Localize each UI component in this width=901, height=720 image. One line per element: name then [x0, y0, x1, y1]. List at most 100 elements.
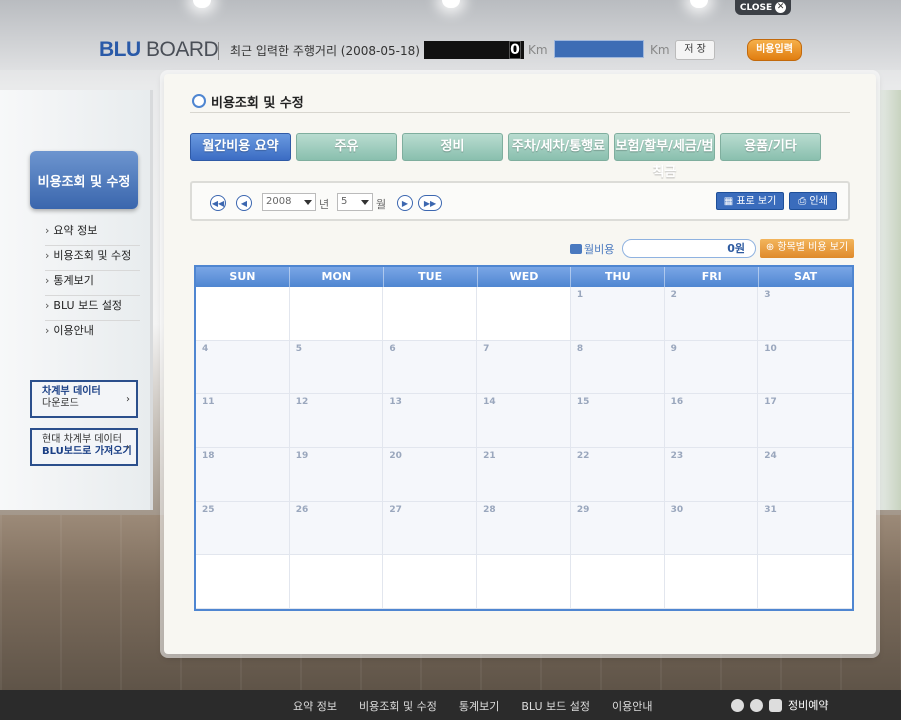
calendar-day-cell[interactable]: 1 [570, 287, 665, 341]
calendar-day-cell[interactable]: 4 [196, 340, 290, 395]
calendar-day-number: 17 [764, 397, 777, 408]
calendar-day-number: 4 [202, 343, 209, 354]
calendar-day-cell[interactable]: 19 [289, 448, 384, 502]
tab-supplies-etc[interactable]: 용품/기타 [720, 133, 821, 161]
sidebar-item-guide[interactable]: 이용안내 [45, 321, 140, 345]
item-cost-button[interactable]: ⊕ 항목별 비용 보기 [760, 239, 854, 258]
main-panel: 비용조회 및 수정 월간비용 요약 주유 정비 주차/세차/통행료 보험/할부/… [164, 74, 876, 654]
service-reservation-link[interactable]: 정비예약 [788, 697, 828, 713]
calendar-day-cell[interactable]: 23 [664, 448, 759, 502]
tab-maintenance[interactable]: 정비 [402, 133, 503, 161]
calendar-day-number: 10 [764, 343, 777, 354]
odometer-value: 0 [509, 41, 521, 59]
calendar-day-cell[interactable]: 26 [289, 501, 384, 556]
prev-year-button[interactable]: ◀◀ [210, 195, 226, 211]
calendar-day-cell[interactable]: 9 [664, 340, 759, 395]
calendar-day-number: 28 [483, 504, 496, 515]
weekday-fri: FRI [665, 267, 760, 287]
calendar-day-cell[interactable]: 27 [383, 501, 478, 556]
calendar-day-cell[interactable]: 31 [758, 501, 852, 556]
calendar-day-cell[interactable]: 7 [477, 340, 571, 395]
calendar-day-cell[interactable]: 29 [570, 501, 665, 556]
calendar-day-cell[interactable]: 14 [477, 394, 571, 448]
year-select[interactable]: 2008 [262, 193, 316, 211]
calendar-day-cell[interactable]: 25 [196, 501, 290, 556]
calendar-day-number: 20 [389, 451, 402, 461]
calendar-day-cell[interactable]: 15 [570, 394, 665, 448]
import-line1: 현대 차계부 데이터 [42, 434, 122, 445]
tab-fuel[interactable]: 주유 [296, 133, 397, 161]
cost-input-button[interactable]: 비용입력 [747, 39, 802, 61]
calendar-day-cell[interactable]: 22 [570, 448, 665, 502]
calendar-day-cell[interactable]: 21 [477, 448, 571, 502]
calendar-day-cell[interactable]: 10 [758, 340, 852, 395]
calendar-day-cell[interactable]: 17 [758, 394, 852, 448]
calendar-day-cell [477, 287, 571, 341]
weekday-tue: TUE [384, 267, 478, 287]
save-mileage-button[interactable]: 저 장 [675, 40, 715, 60]
phone-icon[interactable] [731, 698, 744, 712]
calendar-day-cell[interactable]: 28 [477, 501, 571, 556]
tab-insurance-tax-fine[interactable]: 보험/할부/세금/범칙금 [614, 133, 715, 180]
calendar-day-cell[interactable]: 8 [570, 340, 665, 395]
download-data-button[interactable]: 차계부 데이터 다운로드 › [30, 380, 138, 418]
calendar-header: SUN MON TUE WED THU FRI SAT [196, 267, 852, 287]
sidebar-item-statistics[interactable]: 통계보기 [45, 271, 140, 296]
next-year-button[interactable]: ▶▶ [418, 195, 442, 211]
logo-blu: BLU [99, 38, 141, 61]
tab-parking-wash-toll[interactable]: 주차/세차/통행료 [508, 133, 609, 161]
next-month-button[interactable]: ▶ [397, 195, 413, 211]
table-view-button[interactable]: ▦ 표로 보기 [716, 192, 784, 210]
sidebar-item-cost-view[interactable]: 비용조회 및 수정 [45, 246, 140, 271]
calendar-day-cell[interactable]: 30 [664, 501, 759, 556]
calendar-day-cell[interactable]: 24 [758, 448, 852, 502]
calendar-day-number: 6 [389, 343, 396, 354]
calendar-day-cell [570, 555, 665, 609]
gear-icon[interactable] [750, 698, 763, 712]
car-icon[interactable] [769, 698, 782, 712]
footer-link-guide[interactable]: 이용안내 [612, 698, 652, 714]
sidebar-item-summary[interactable]: 요약 정보 [45, 221, 140, 246]
calendar-day-cell[interactable]: 5 [289, 340, 384, 395]
chevron-right-icon: › [126, 442, 130, 453]
grid-icon: ▦ [723, 196, 737, 207]
footer-service-links: 정비예약 [731, 697, 828, 713]
calendar-day-cell[interactable]: 2 [664, 287, 759, 341]
footer-link-statistics[interactable]: 통계보기 [459, 698, 499, 714]
calendar-day-cell[interactable]: 20 [383, 448, 478, 502]
calendar-day-cell [383, 287, 478, 341]
monthly-calendar: SUN MON TUE WED THU FRI SAT 1 2 3 4 5 6 7 8 9 10 1… [194, 265, 854, 611]
mileage-input[interactable] [554, 40, 644, 58]
calendar-day-number: 13 [389, 397, 402, 408]
odometer-unit: Km [528, 43, 548, 57]
calendar-day-cell [289, 287, 384, 341]
prev-month-button[interactable]: ◀ [236, 195, 252, 211]
import-data-button[interactable]: 현대 차계부 데이터 BLU보드로 가져오기 › [30, 428, 138, 466]
tab-monthly-summary[interactable]: 월간비용 요약 [190, 133, 291, 161]
footer-link-cost-view[interactable]: 비용조회 및 수정 [359, 698, 437, 714]
close-button[interactable]: CLOSE ✕ [735, 0, 791, 15]
calendar-day-cell[interactable]: 3 [758, 287, 852, 341]
calendar-day-number: 31 [764, 504, 777, 515]
calendar-day-cell[interactable]: 6 [383, 340, 478, 395]
calendar-day-cell [664, 555, 759, 609]
footer-bar: 요약 정보 비용조회 및 수정 통계보기 BLU 보드 설정 이용안내 정비예약 [0, 690, 901, 720]
weekday-wed: WED [478, 267, 572, 287]
calendar-day-number: 11 [202, 397, 215, 408]
print-button[interactable]: ⎙ 인쇄 [789, 192, 837, 210]
month-unit: 월 [376, 198, 387, 211]
sidebar-menu: 요약 정보 비용조회 및 수정 통계보기 BLU 보드 설정 이용안내 [45, 221, 140, 345]
calendar-day-cell[interactable]: 16 [664, 394, 759, 448]
footer-link-settings[interactable]: BLU 보드 설정 [521, 698, 590, 714]
month-select[interactable]: 5 [337, 193, 373, 211]
calendar-day-cell[interactable]: 18 [196, 448, 290, 502]
calendar-day-cell[interactable]: 11 [196, 394, 290, 448]
coins-icon [570, 244, 582, 254]
calendar-day-cell[interactable]: 12 [289, 394, 384, 448]
monthly-cost-value: 0원 [622, 239, 756, 258]
year-unit: 년 [319, 198, 330, 211]
calendar-day-cell[interactable]: 13 [383, 394, 478, 448]
footer-link-summary[interactable]: 요약 정보 [293, 698, 337, 714]
logo-board: BOARD [146, 38, 219, 61]
sidebar-item-settings[interactable]: BLU 보드 설정 [45, 296, 140, 321]
